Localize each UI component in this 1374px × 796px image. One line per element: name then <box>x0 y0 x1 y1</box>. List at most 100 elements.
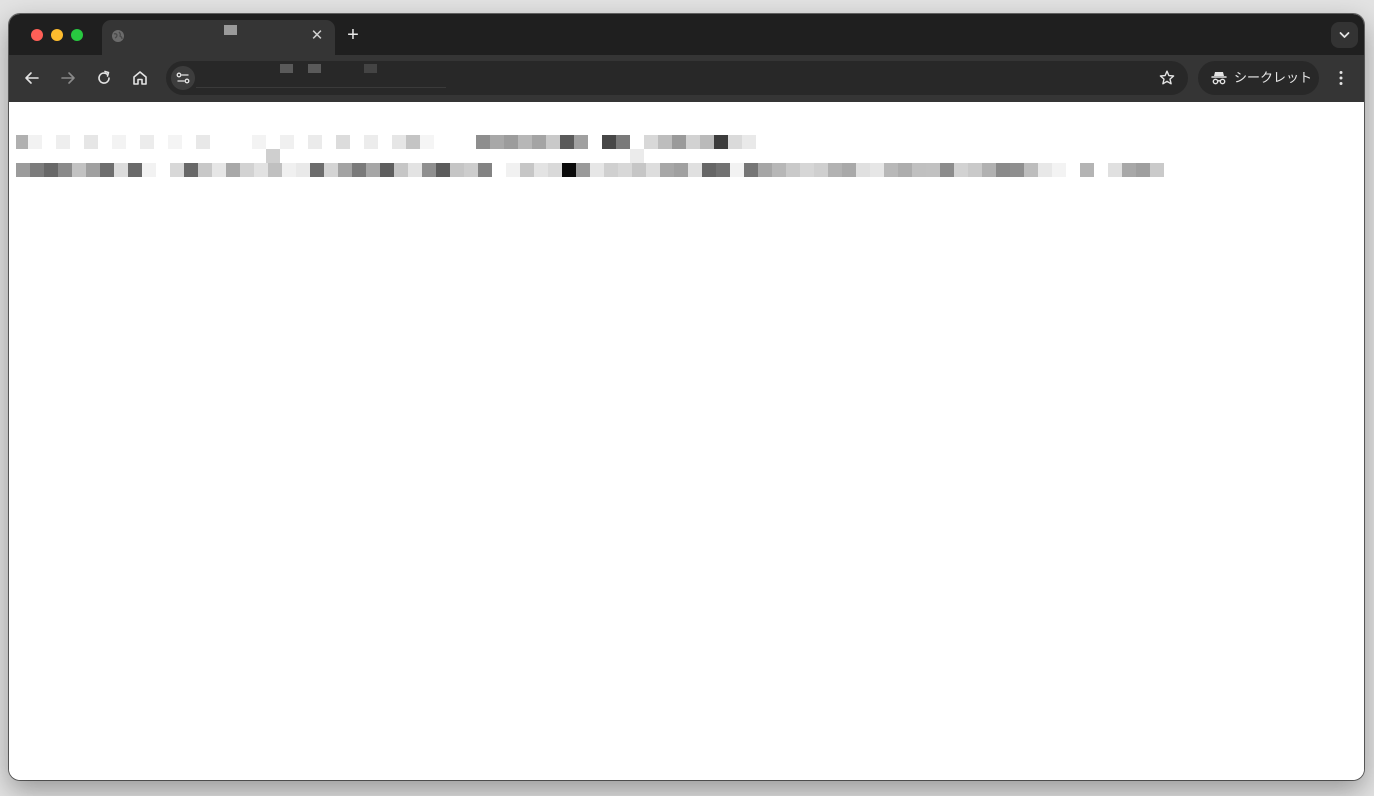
redacted-pixel-block <box>1122 163 1136 177</box>
redacted-pixel-block <box>364 135 378 149</box>
incognito-label: シークレット <box>1234 70 1313 85</box>
address-bar[interactable] <box>166 61 1188 95</box>
redacted-pixel-block <box>742 135 756 149</box>
url-redacted-block <box>308 64 321 73</box>
redacted-pixel-block <box>240 163 254 177</box>
redacted-pixel-block <box>420 135 434 149</box>
redacted-pixel-block <box>1150 163 1164 177</box>
redacted-pixel-block <box>282 163 296 177</box>
redacted-pixel-block <box>590 163 604 177</box>
redacted-pixel-block <box>100 163 114 177</box>
redacted-pixel-block <box>254 163 268 177</box>
tab-title <box>136 29 296 45</box>
redacted-pixel-block <box>982 163 996 177</box>
redacted-pixel-block <box>476 135 490 149</box>
redacted-pixel-block <box>422 163 436 177</box>
url-redacted-block <box>280 64 293 73</box>
star-icon[interactable] <box>1158 69 1176 87</box>
redacted-pixel-block <box>714 135 728 149</box>
redacted-pixel-block <box>856 163 870 177</box>
redacted-pixel-block <box>968 163 982 177</box>
tab-title-redacted <box>224 25 237 35</box>
redacted-pixel-block <box>1108 163 1122 177</box>
redacted-pixel-block <box>604 163 618 177</box>
tab-search-button[interactable] <box>1331 22 1358 48</box>
redacted-pixel-block <box>716 163 730 177</box>
redacted-pixel-block <box>814 163 828 177</box>
redacted-pixel-block <box>58 163 72 177</box>
redacted-pixel-block <box>16 163 30 177</box>
redacted-pixel-block <box>72 163 86 177</box>
redacted-pixel-block <box>380 163 394 177</box>
active-tab[interactable]: ✕ <box>102 20 335 55</box>
redacted-pixel-block <box>574 135 588 149</box>
redacted-pixel-block <box>170 163 184 177</box>
redacted-pixel-block <box>658 135 672 149</box>
redacted-pixel-block <box>196 135 210 149</box>
redacted-pixel-block <box>436 163 450 177</box>
redacted-pixel-block <box>394 163 408 177</box>
redacted-pixel-block <box>478 163 492 177</box>
redacted-pixel-block <box>490 135 504 149</box>
redacted-pixel-block <box>366 163 380 177</box>
redacted-pixel-block <box>184 163 198 177</box>
redacted-pixel-block <box>954 163 968 177</box>
redacted-pixel-block <box>940 163 954 177</box>
redacted-pixel-block <box>616 135 630 149</box>
redacted-pixel-block <box>212 163 226 177</box>
redacted-pixel-block <box>644 135 658 149</box>
redacted-pixel-block <box>602 135 616 149</box>
redacted-pixel-block <box>1024 163 1038 177</box>
redacted-pixel-block <box>674 163 688 177</box>
redacted-pixel-block <box>1136 163 1150 177</box>
content-text-line-redacted <box>16 135 776 149</box>
redacted-pixel-block <box>44 163 58 177</box>
site-info-button[interactable] <box>171 66 195 90</box>
redacted-pixel-block <box>252 135 266 149</box>
redacted-pixel-block <box>1038 163 1052 177</box>
arrow-left-icon[interactable] <box>22 68 42 88</box>
redacted-pixel-block <box>518 135 532 149</box>
redacted-pixel-block <box>56 135 70 149</box>
redacted-pixel-block <box>646 163 660 177</box>
redacted-pixel-block <box>268 163 282 177</box>
close-window-button[interactable] <box>31 29 43 41</box>
minimize-window-button[interactable] <box>51 29 63 41</box>
redacted-pixel-block <box>800 163 814 177</box>
new-tab-button[interactable]: + <box>342 25 364 45</box>
redacted-pixel-block <box>786 163 800 177</box>
redacted-pixel-block <box>660 163 674 177</box>
redacted-pixel-block <box>532 135 546 149</box>
redacted-pixel-block <box>338 163 352 177</box>
redacted-pixel-block <box>1080 163 1094 177</box>
globe-icon <box>112 30 124 42</box>
redacted-pixel-block <box>30 163 44 177</box>
redacted-pixel-block <box>744 163 758 177</box>
incognito-icon <box>1211 72 1227 85</box>
incognito-profile-chip[interactable]: シークレット <box>1198 61 1319 95</box>
redacted-pixel-block <box>546 135 560 149</box>
redacted-pixel-block <box>1010 163 1024 177</box>
redacted-pixel-block <box>632 163 646 177</box>
maximize-window-button[interactable] <box>71 29 83 41</box>
tab-strip: ✕ + <box>9 14 1364 55</box>
redacted-pixel-block <box>128 163 142 177</box>
redacted-pixel-block <box>520 163 534 177</box>
page-content <box>9 102 1364 780</box>
arrow-right-icon[interactable] <box>58 68 78 88</box>
redacted-pixel-block <box>1052 163 1066 177</box>
redacted-pixel-block <box>226 163 240 177</box>
close-tab-icon[interactable]: ✕ <box>309 28 325 44</box>
redacted-pixel-block <box>28 135 42 149</box>
reload-icon[interactable] <box>94 68 114 88</box>
more-vertical-icon[interactable] <box>1331 68 1351 88</box>
redacted-pixel-block <box>728 135 742 149</box>
redacted-pixel-block <box>310 163 324 177</box>
home-icon[interactable] <box>130 68 150 88</box>
redacted-pixel-block <box>114 163 128 177</box>
tune-icon <box>176 72 190 84</box>
redacted-pixel-block <box>870 163 884 177</box>
redacted-pixel-block <box>266 149 280 163</box>
redacted-pixel-block <box>884 163 898 177</box>
redacted-pixel-block <box>926 163 940 177</box>
